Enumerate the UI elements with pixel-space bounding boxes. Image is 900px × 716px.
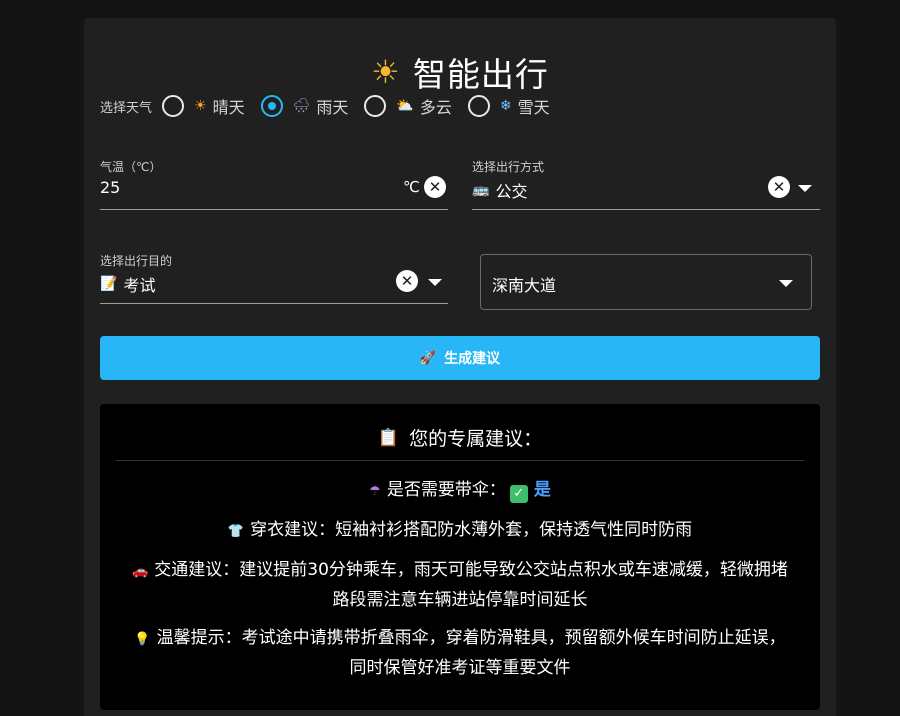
generate-button-label: 生成建议 <box>444 351 501 367</box>
radio-rainy[interactable] <box>260 95 283 117</box>
advice-title: 📋 您的专属建议： <box>377 427 543 451</box>
purpose-value: 📝 考试 <box>100 276 156 295</box>
weather-option-label: 雨天 <box>316 98 349 117</box>
shirt-icon: 👕 <box>227 524 245 539</box>
weather-label: 选择天气 <box>100 100 153 116</box>
road-select[interactable]: 深南大道 <box>480 254 812 310</box>
weather-option-rainy[interactable]: 🌧 雨天 <box>260 94 349 118</box>
chevron-down-icon[interactable] <box>428 279 442 286</box>
cloud-icon: ⛅ <box>396 98 414 114</box>
divider <box>116 460 804 461</box>
clear-icon[interactable]: ✕ <box>768 176 790 198</box>
chevron-down-icon[interactable] <box>798 185 812 192</box>
sun-cloud-icon: ☀ <box>371 53 401 91</box>
traffic-advice: 🚗 交通建议：建议提前30分钟乘车，雨天可能导致公交站点积水或车速减缓，轻微拥堵路… <box>132 560 788 610</box>
chevron-down-icon[interactable] <box>779 280 793 287</box>
advice-panel: 📋 您的专属建议： ☂ 是否需要带伞： ✓ 是 👕 穿衣建议：短袖衬衫搭配防水薄外套，保… <box>100 404 820 710</box>
rocket-icon: 🚀 <box>419 350 437 366</box>
transport-label: 选择出行方式 <box>472 160 545 174</box>
weather-option-snowy[interactable]: ❄ 雪天 <box>467 94 550 118</box>
celsius-unit: ℃ <box>403 178 420 196</box>
radio-cloudy[interactable] <box>364 95 387 117</box>
bus-icon: 🚌 <box>472 182 490 198</box>
purpose-label: 选择出行目的 <box>100 254 173 268</box>
temperature-value[interactable]: 25 <box>100 178 120 197</box>
clear-icon[interactable]: ✕ <box>396 270 418 292</box>
generate-button[interactable]: 🚀 生成建议 <box>100 336 820 380</box>
radio-sunny[interactable] <box>162 95 185 117</box>
umbrella-icon: ☂ <box>369 484 381 499</box>
main-card: ☀ 智能出行 选择天气 ☀ 晴天 🌧 雨天 ⛅ 多云 ❄ 雪天 气温（℃） 25… <box>84 18 836 716</box>
tip-advice: 💡 温馨提示：考试途中请携带折叠雨伞，穿着防滑鞋具，预留额外候车时间防止延误， 同时… <box>134 628 786 678</box>
weather-option-label: 晴天 <box>212 98 245 117</box>
page-title: ☀ 智能出行 <box>84 48 836 96</box>
page-title-text: 智能出行 <box>412 55 549 94</box>
temperature-field[interactable]: 气温（℃） 25 ℃ ✕ <box>100 158 448 210</box>
memo-icon: 📝 <box>100 276 118 292</box>
purpose-select[interactable]: 选择出行目的 📝 考试 ✕ <box>100 252 448 304</box>
weather-option-label: 多云 <box>419 98 452 117</box>
weather-option-cloudy[interactable]: ⛅ 多云 <box>364 94 452 118</box>
umbrella-advice: ☂ 是否需要带伞： ✓ 是 <box>369 480 551 503</box>
rain-cloud-icon: 🌧 <box>292 98 311 114</box>
transport-value: 🚌 公交 <box>472 182 528 201</box>
sun-icon: ☀ <box>194 98 207 114</box>
weather-option-sunny[interactable]: ☀ 晴天 <box>162 94 245 118</box>
temperature-label: 气温（℃） <box>100 160 162 174</box>
weather-radio-group: 选择天气 ☀ 晴天 🌧 雨天 ⛅ 多云 ❄ 雪天 <box>100 92 566 120</box>
clear-icon[interactable]: ✕ <box>424 176 446 198</box>
weather-option-label: 雪天 <box>517 98 550 117</box>
check-icon: ✓ <box>509 485 528 503</box>
lightbulb-icon: 💡 <box>134 632 151 647</box>
road-value: 深南大道 <box>492 276 557 295</box>
radio-snowy[interactable] <box>467 95 490 117</box>
transport-select[interactable]: 选择出行方式 🚌 公交 ✕ <box>472 158 820 210</box>
clipboard-icon: 📋 <box>377 427 400 448</box>
umbrella-answer: 是 <box>533 480 551 500</box>
car-icon: 🚗 <box>132 564 149 579</box>
snowflake-icon: ❄ <box>499 98 512 114</box>
clothing-advice: 👕 穿衣建议：短袖衬衫搭配防水薄外套，保持透气性同时防雨 <box>227 520 693 540</box>
